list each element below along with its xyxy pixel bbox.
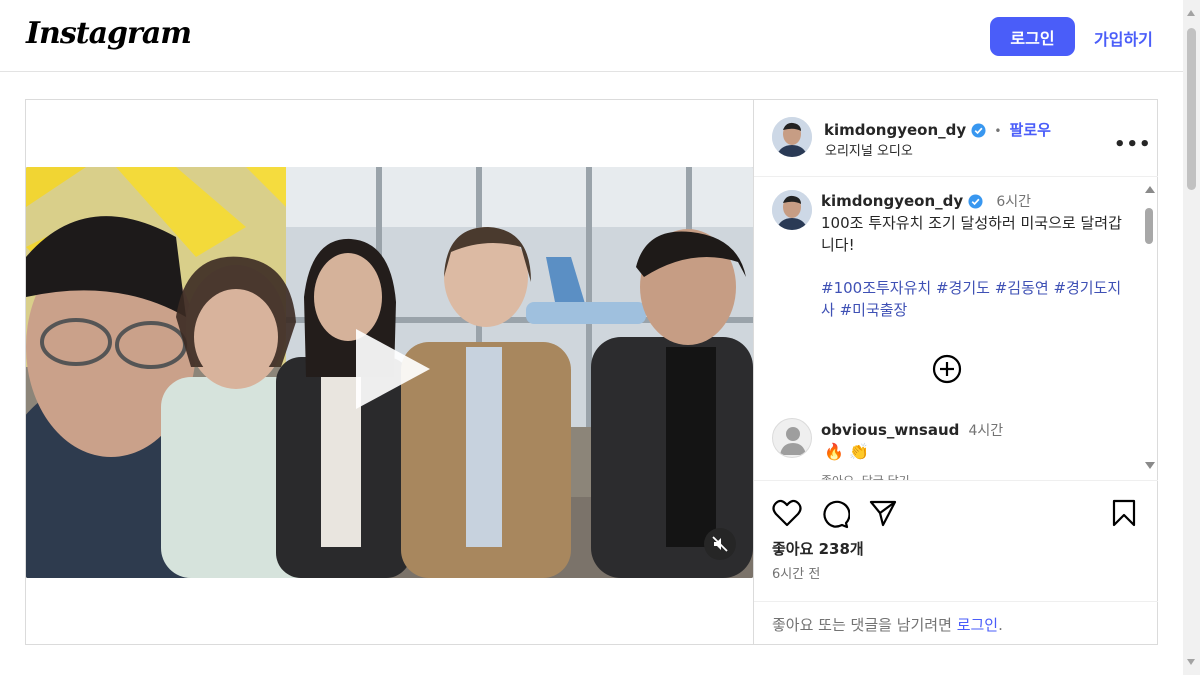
posted-time[interactable]: 6시간 전 bbox=[772, 563, 820, 582]
author-username[interactable]: kimdongyeon_dy bbox=[824, 121, 966, 139]
signup-link[interactable]: 가입하기 bbox=[1094, 26, 1153, 50]
caption-avatar[interactable] bbox=[772, 190, 812, 230]
scrollbar-thumb[interactable] bbox=[1187, 28, 1196, 190]
video-player[interactable] bbox=[26, 167, 753, 578]
page-scrollbar[interactable] bbox=[1183, 0, 1200, 675]
verified-badge-icon bbox=[968, 194, 983, 209]
expand-comments-button[interactable] bbox=[932, 354, 962, 384]
comments-scrollbar[interactable] bbox=[1142, 182, 1158, 478]
share-icon bbox=[869, 500, 897, 527]
comment-meta[interactable]: 좋아요 답글 달기 bbox=[821, 472, 910, 480]
post-card: kimdongyeon_dy • 팔로우 오리지널 오디오 ••• kimdon… bbox=[25, 99, 1158, 645]
media-area bbox=[26, 100, 753, 644]
login-button[interactable]: 로그인 bbox=[990, 17, 1075, 56]
muted-speaker-icon[interactable] bbox=[704, 528, 736, 560]
login-prompt-link[interactable]: 로그인 bbox=[957, 616, 998, 634]
share-button[interactable] bbox=[868, 499, 898, 529]
login-prompt-suffix: . bbox=[998, 616, 1003, 634]
caption-time[interactable]: 6시간 bbox=[996, 194, 1031, 210]
comments-section: kimdongyeon_dy 6시간 100조 투자유치 조기 달성하러 미국으… bbox=[754, 178, 1158, 480]
post-sidebar: kimdongyeon_dy • 팔로우 오리지널 오디오 ••• kimdon… bbox=[753, 100, 1158, 644]
plus-circle-icon bbox=[932, 354, 962, 384]
caption-author-line: kimdongyeon_dy 6시간 bbox=[821, 191, 1031, 211]
instagram-logo[interactable]: Instagram bbox=[26, 16, 192, 51]
login-prompt-text: 좋아요 또는 댓글을 남기려면 로그인. bbox=[772, 614, 1003, 635]
scroll-up-arrow-icon[interactable] bbox=[1187, 10, 1195, 16]
like-button[interactable] bbox=[772, 499, 802, 529]
caption-username[interactable]: kimdongyeon_dy bbox=[821, 192, 963, 210]
comments-scroll-down-icon[interactable] bbox=[1145, 462, 1155, 469]
bookmark-icon bbox=[1112, 499, 1136, 527]
top-navigation-bar: Instagram 로그인 가입하기 bbox=[0, 0, 1183, 72]
likes-count[interactable]: 좋아요 238개 bbox=[772, 538, 864, 559]
commenter-avatar[interactable] bbox=[772, 418, 812, 458]
separator-dot: • bbox=[994, 124, 1002, 138]
scroll-down-arrow-icon[interactable] bbox=[1187, 659, 1195, 665]
save-button[interactable] bbox=[1111, 499, 1141, 529]
verified-badge-icon bbox=[971, 123, 986, 138]
comment-author-line: obvious_wnsaud 4시간 bbox=[821, 420, 1003, 440]
video-frame-illustration bbox=[26, 167, 753, 578]
post-header: kimdongyeon_dy • 팔로우 오리지널 오디오 ••• bbox=[754, 100, 1158, 177]
author-avatar[interactable] bbox=[772, 117, 812, 157]
follow-button[interactable]: 팔로우 bbox=[1010, 121, 1051, 139]
more-options-icon[interactable]: ••• bbox=[1114, 134, 1152, 155]
heart-icon bbox=[772, 499, 802, 527]
comment-icon bbox=[823, 500, 851, 529]
audio-label[interactable]: 오리지널 오디오 bbox=[825, 140, 913, 159]
caption-text: 100조 투자유치 조기 달성하러 미국으로 달려갑니다! bbox=[821, 214, 1122, 254]
comment-username[interactable]: obvious_wnsaud bbox=[821, 421, 959, 439]
comment-time[interactable]: 4시간 bbox=[968, 423, 1003, 439]
login-prompt-message: 좋아요 또는 댓글을 남기려면 bbox=[772, 616, 957, 634]
comment-text: 🔥 👏 bbox=[824, 442, 869, 461]
post-actions: 좋아요 238개 6시간 전 좋아요 또는 댓글을 남기려면 로그인. bbox=[754, 480, 1158, 644]
caption-hashtags[interactable]: #100조투자유치 #경기도 #김동연 #경기도지사 #미국출장 bbox=[821, 277, 1131, 321]
comment-button[interactable] bbox=[820, 499, 851, 529]
comments-scroll-up-icon[interactable] bbox=[1145, 186, 1155, 193]
comments-scroll-thumb[interactable] bbox=[1145, 208, 1153, 244]
login-prompt: 좋아요 또는 댓글을 남기려면 로그인. bbox=[754, 601, 1158, 645]
header-author-line: kimdongyeon_dy • 팔로우 bbox=[824, 119, 1051, 140]
